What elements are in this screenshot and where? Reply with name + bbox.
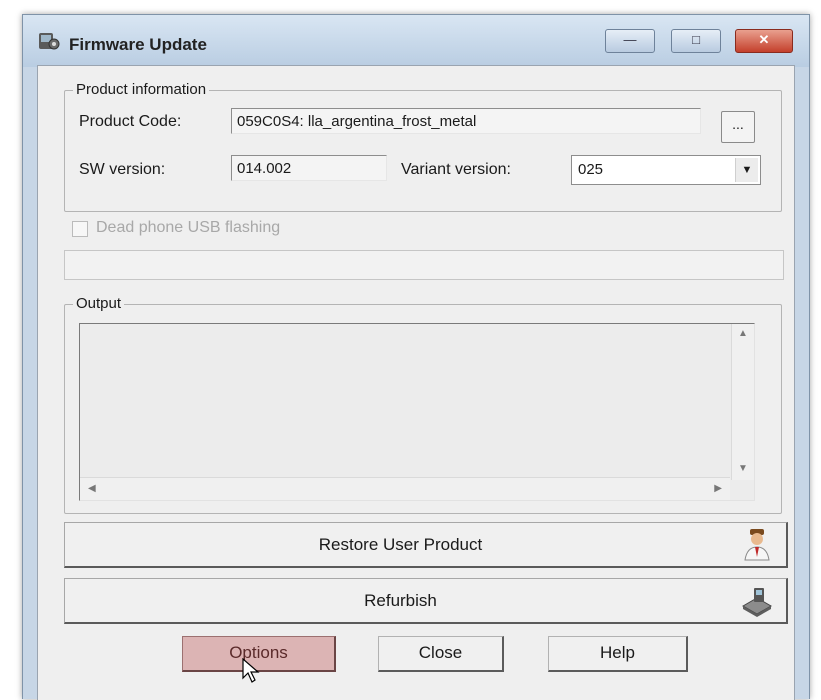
product-information-group: Product information Product Code: 059C0S… bbox=[64, 81, 782, 212]
minimize-icon: — bbox=[623, 32, 637, 47]
output-horizontal-scrollbar[interactable]: ◀ ▶ bbox=[80, 477, 730, 500]
chevron-down-icon[interactable]: ▼ bbox=[735, 158, 758, 182]
output-log[interactable]: ▲ ▼ ◀ ▶ bbox=[79, 323, 755, 501]
product-code-field[interactable]: 059C0S4: lla_argentina_frost_metal bbox=[231, 108, 701, 134]
variant-version-value: 025 bbox=[578, 161, 604, 178]
minimize-button[interactable]: — bbox=[605, 29, 655, 53]
output-vertical-scrollbar[interactable]: ▲ ▼ bbox=[731, 324, 754, 480]
dead-phone-usb-flashing-label: Dead phone USB flashing bbox=[96, 219, 281, 236]
dialog-client-area: Product information Product Code: 059C0S… bbox=[37, 65, 795, 700]
close-icon: ✕ bbox=[758, 32, 770, 47]
firmware-app-icon bbox=[39, 33, 60, 50]
flash-progress-bar bbox=[64, 250, 784, 280]
product-information-label: Product information bbox=[73, 81, 210, 98]
window-title: Firmware Update bbox=[69, 35, 207, 54]
restore-user-product-button[interactable]: Restore User Product bbox=[64, 522, 788, 568]
scroll-up-icon[interactable]: ▲ bbox=[738, 328, 748, 339]
variant-version-label: Variant version: bbox=[401, 161, 511, 178]
product-code-label: Product Code: bbox=[79, 113, 182, 130]
variant-version-select[interactable]: 025 ▼ bbox=[571, 155, 761, 185]
refurbish-button[interactable]: Refurbish bbox=[64, 578, 788, 624]
scroll-right-icon[interactable]: ▶ bbox=[714, 483, 722, 494]
sw-version-label: SW version: bbox=[79, 161, 166, 178]
restore-user-product-label: Restore User Product bbox=[318, 535, 483, 554]
dead-phone-usb-flashing-checkbox[interactable] bbox=[72, 221, 88, 237]
refurbish-device-icon bbox=[741, 588, 773, 617]
refurbish-label: Refurbish bbox=[364, 591, 437, 610]
mouse-pointer-icon bbox=[242, 658, 260, 683]
browse-product-button[interactable]: ... bbox=[721, 111, 755, 143]
output-label: Output bbox=[73, 295, 125, 312]
maximize-icon: □ bbox=[692, 32, 700, 47]
close-window-button[interactable]: ✕ bbox=[735, 29, 793, 53]
maximize-button[interactable]: □ bbox=[671, 29, 721, 53]
output-group: Output ▲ ▼ ◀ ▶ bbox=[64, 295, 782, 514]
sw-version-field[interactable]: 014.002 bbox=[231, 155, 387, 181]
user-icon bbox=[744, 529, 770, 561]
firmware-update-window: Firmware Update — □ ✕ Product informatio… bbox=[22, 14, 810, 700]
scroll-down-icon[interactable]: ▼ bbox=[738, 463, 748, 474]
title-bar[interactable]: Firmware Update — □ ✕ bbox=[23, 15, 809, 67]
help-button[interactable]: Help bbox=[548, 636, 688, 672]
scroll-left-icon[interactable]: ◀ bbox=[88, 483, 96, 494]
close-button[interactable]: Close bbox=[378, 636, 504, 672]
